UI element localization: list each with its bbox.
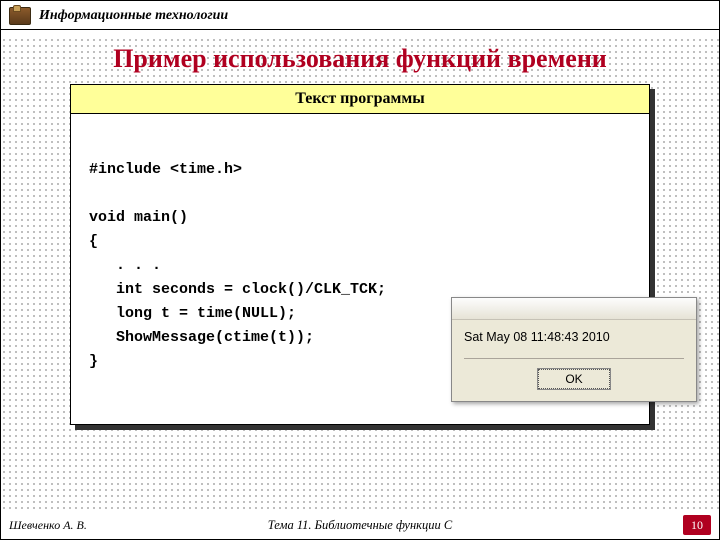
- book-icon: [9, 7, 31, 25]
- dialog-titlebar[interactable]: [452, 298, 696, 320]
- dialog-button-row: OK: [452, 359, 696, 401]
- message-dialog: Sat May 08 11:48:43 2010 OK: [451, 297, 697, 402]
- footer-topic: Тема 11. Библиотечные функции С: [268, 518, 452, 533]
- slide-title: Пример использования функций времени: [1, 30, 719, 84]
- course-title: Информационные технологии: [39, 8, 228, 24]
- slide: Информационные технологии Пример использ…: [0, 0, 720, 540]
- dialog-message: Sat May 08 11:48:43 2010: [452, 320, 696, 348]
- footer-author: Шевченко А. В.: [9, 518, 87, 533]
- page-number: 10: [683, 515, 711, 535]
- ok-button[interactable]: OK: [538, 369, 609, 389]
- top-bar: Информационные технологии: [1, 1, 719, 30]
- code-header: Текст программы: [71, 85, 649, 114]
- footer: Шевченко А. В. Тема 11. Библиотечные фун…: [1, 513, 719, 539]
